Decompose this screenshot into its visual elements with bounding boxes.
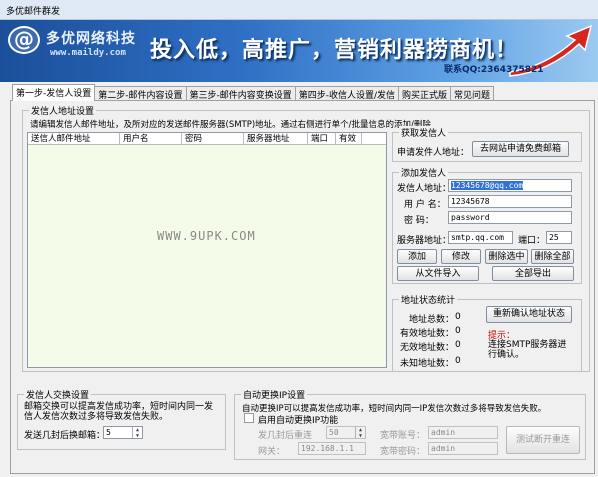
swap-count-stepper[interactable]: 5 ▲ ▼ [103,426,143,439]
at-logo-icon: @ [14,27,34,51]
server-label: 服务器地址： [397,236,452,246]
import-from-file-button[interactable]: 从文件导入 [397,266,479,281]
tab-sender-settings[interactable]: 第一步-发信人设置 [12,84,96,101]
broadband-account-input[interactable]: admin [428,426,498,439]
export-all-button[interactable]: 全部导出 [492,266,574,281]
title-bar: 多优邮件群发 [0,0,598,20]
retry-count-stepper[interactable]: 50 ▲ ▼ [326,426,366,439]
server-input[interactable]: smtp.qq.com [448,231,513,244]
column-port[interactable]: 端口 [308,133,336,145]
swap-count-label: 发送几封后换邮箱： [24,431,106,441]
get-sender-legend: 获取发信人 [399,126,449,139]
column-password[interactable]: 密码 [182,133,244,145]
apply-sender-label: 申请发件人地址： [397,148,470,158]
sender-settings-legend: 发信人地址设置 [29,104,97,117]
brand-url: www.maildy.com [50,48,126,58]
edit-button[interactable]: 修改 [441,249,481,264]
banner-slogan: 投入低，高推广，营销利器捞商机！ [150,38,519,63]
stepper-arrows-icon[interactable]: ▲ ▼ [132,427,142,438]
column-valid[interactable]: 有效 [336,133,362,145]
sender-address-label: 发信人地址： [397,184,452,194]
username-input[interactable]: 12345678 [448,195,572,208]
delete-selected-button[interactable]: 删除选中 [485,249,528,264]
tab-content-transform[interactable]: 第三步-邮件内容变换设置 [185,86,296,101]
gateway-input[interactable]: 192.168.1.1 [298,442,366,455]
sender-swap-description: 邮箱交换可以提高发信成功率，短时间内同一发信人发信次数过多将导致发信失败。 [24,402,214,422]
test-reconnect-button[interactable]: 测试断开重连 [506,426,580,454]
contact-qq: 联系QQ:2364375821 [444,65,544,75]
port-input[interactable]: 25 [546,231,572,244]
enable-ip-change-label: 启用自动更换IP功能 [258,416,339,426]
unknown-addresses-value: 0 [455,356,461,366]
delete-all-button[interactable]: 删除全部 [531,249,574,264]
password-label: 密 码： [404,216,434,226]
sender-address-input[interactable]: 12345678@qq.com [448,179,572,192]
sender-table-header: 送信人邮件地址 用户名 密码 服务器地址 端口 有效 [28,133,386,145]
password-input[interactable]: password [448,211,572,224]
sender-settings-description: 请编辑发信人邮件地址，及所对应的发送邮件服务器(SMTP)地址。通过右侧进行单个… [30,120,431,130]
column-server[interactable]: 服务器地址 [244,133,308,145]
invalid-addresses-label: 无效地址数： [400,343,455,353]
invalid-addresses-value: 0 [455,340,461,350]
valid-addresses-label: 有效地址数： [400,329,455,339]
enable-ip-change-checkbox[interactable] [244,413,254,423]
port-label: 端口： [518,236,546,246]
broadband-password-label: 宽带密码： [380,447,426,457]
apply-free-mailbox-button[interactable]: 去网站申请免费邮箱 [472,141,569,157]
watermark: WWW.9UPK.COM [157,229,256,243]
column-username[interactable]: 用户名 [120,133,182,145]
valid-addresses-value: 0 [455,326,461,336]
total-addresses-label: 地址总数： [409,315,455,325]
add-button[interactable]: 添加 [397,249,437,264]
brand-name: 多优网络科技 [46,31,136,47]
address-stats-legend: 地址状态统计 [399,293,458,306]
hint-text: 连接SMTP服务器进行确认。 [488,340,567,360]
tab-strip: 第一步-发信人设置 第二步-邮件内容设置 第三步-邮件内容变换设置 第四步-收信… [12,84,495,101]
stepper-arrows-icon[interactable]: ▲ ▼ [355,427,365,438]
tab-buy[interactable]: 购买正式版 [398,86,452,101]
total-addresses-value: 0 [455,312,461,322]
retry-count-label: 发几封后重连 [258,431,313,441]
column-sender-address[interactable]: 送信人邮件地址 [28,133,120,145]
banner: @ 多优网络科技 www.maildy.com 投入低，高推广，营销利器捞商机！… [0,20,598,82]
broadband-password-input[interactable]: admin [428,442,498,455]
broadband-account-label: 宽带账号： [380,431,426,441]
tab-faq[interactable]: 常见问题 [450,86,495,101]
username-label: 用 户 名： [404,200,446,210]
tab-mail-content[interactable]: 第二步-邮件内容设置 [94,86,187,101]
sender-swap-legend: 发信人交换设置 [24,388,92,401]
sender-table[interactable]: 送信人邮件地址 用户名 密码 服务器地址 端口 有效 [27,132,387,368]
unknown-addresses-label: 未知地址数： [400,359,455,369]
add-sender-legend: 添加发信人 [399,166,449,179]
reconfirm-status-button[interactable]: 重新确认地址状态 [486,306,572,323]
gateway-label: 网关： [258,447,286,457]
window-title: 多优邮件群发 [6,7,61,17]
tab-recipients-send[interactable]: 第四步-收信人设置/发信 [294,86,400,101]
ip-change-legend: 自动更换IP设置 [241,388,308,401]
